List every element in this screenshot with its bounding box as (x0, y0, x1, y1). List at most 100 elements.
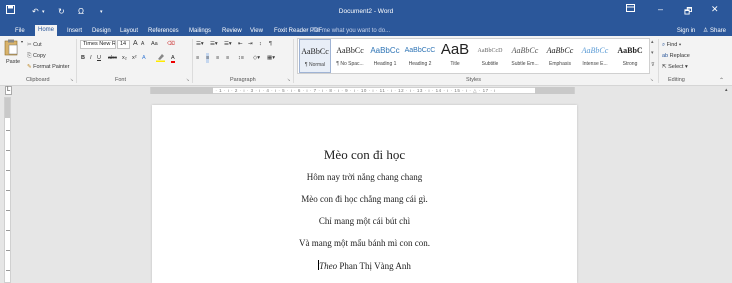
vertical-scrollbar[interactable]: ▴ (723, 86, 732, 283)
font-name-box[interactable]: Times New R (80, 40, 116, 49)
copy-button[interactable]: ⎘ Copy (27, 51, 46, 61)
font-color-icon[interactable]: A (171, 53, 175, 63)
search-icon: ⌕ (662, 42, 666, 48)
style-sample: AaBbCc (301, 47, 329, 56)
find-label: Find (666, 42, 678, 48)
tab-home[interactable]: Home (35, 25, 58, 36)
styles-launcher-icon[interactable]: ↘ (650, 77, 653, 82)
borders-icon[interactable]: ▦▾ (267, 53, 275, 63)
style-no-spacing[interactable]: AaBbCc ¶ No Spac... (334, 39, 366, 73)
title-bar: ↶ ▾ ↻ Ω ▾ Document2 - Word – 🗗 ✕ (0, 0, 732, 25)
style-sample: AaBbCc (511, 46, 539, 55)
bullets-icon[interactable]: ☰▾ (196, 39, 204, 49)
vruler-top-margin (5, 98, 10, 118)
vruler-tick (6, 210, 10, 211)
align-right-icon[interactable]: ≡ (216, 53, 219, 63)
style-sample: AaBbCcD (477, 48, 503, 54)
font-size-box[interactable]: 14 (117, 40, 130, 49)
sort-icon[interactable]: ↕ (259, 39, 262, 49)
style-intense-emphasis[interactable]: AaBbCc Intense E... (579, 39, 611, 73)
increase-indent-icon[interactable]: ⇥ (248, 39, 253, 49)
home-ribbon: Paste ▾ ✂ Cut ⎘ Copy ✎ Format Painter Cl… (0, 36, 732, 86)
poem-line-3: Chỉ mang một cái bút chì (318, 216, 411, 226)
restore-button[interactable]: 🗗 (684, 4, 692, 20)
underline-button[interactable]: U (97, 53, 101, 63)
line-spacing-icon[interactable]: ↕≡ (238, 53, 244, 63)
group-divider (192, 39, 193, 83)
copy-label: Copy (32, 53, 46, 59)
change-case-button[interactable]: Aa (151, 39, 158, 49)
shrink-font-button[interactable]: A (141, 39, 144, 49)
style-normal[interactable]: AaBbCc ¶ Normal (299, 39, 331, 73)
justify-icon[interactable]: ≡ (226, 53, 229, 63)
highlight-icon[interactable] (156, 53, 165, 63)
paste-button[interactable] (4, 39, 18, 58)
tab-file[interactable]: File (12, 26, 28, 36)
style-subtle-emphasis[interactable]: AaBbCc Subtle Em... (509, 39, 541, 73)
close-button[interactable]: ✕ (711, 4, 719, 15)
replace-button[interactable]: ab Replace (662, 51, 690, 61)
tab-layout[interactable]: Layout (117, 26, 141, 36)
grow-font-button[interactable]: A (133, 39, 138, 49)
find-button[interactable]: ⌕ Find ▾ (662, 40, 681, 50)
style-heading-2[interactable]: AaBbCcC Heading 2 (404, 39, 436, 73)
paste-label[interactable]: Paste (6, 59, 20, 65)
paragraph-launcher-icon[interactable]: ↘ (287, 77, 290, 82)
shading-icon[interactable]: ◇▾ (253, 53, 260, 63)
subscript-button[interactable]: x₂ (122, 53, 127, 63)
clear-formatting-icon[interactable]: ⌫ (167, 39, 175, 49)
style-subtitle[interactable]: AaBbCcD Subtitle (474, 39, 506, 73)
poem-line-1: Hôm nay trời nắng chang chang (306, 172, 423, 182)
tab-design[interactable]: Design (89, 26, 114, 36)
scroll-up-icon[interactable]: ▴ (725, 87, 728, 93)
styles-scroll-up-icon[interactable]: ▴ (651, 39, 654, 45)
paste-dropdown-icon[interactable]: ▾ (21, 39, 23, 44)
ruler-track[interactable]: · 1 · ı · 2 · ı · 1 · ı · ⊥ · ı · 1 · ı … (150, 87, 575, 94)
format-painter-button[interactable]: ✎ Format Painter (27, 62, 70, 72)
ruler-right-margin (535, 87, 574, 94)
clipboard-launcher-icon[interactable]: ↘ (70, 77, 73, 82)
strikethrough-button[interactable]: abc (108, 53, 117, 63)
tab-references[interactable]: References (145, 26, 182, 36)
share-button[interactable]: ♙ Share (703, 28, 726, 34)
sign-in-link[interactable]: Sign in (677, 28, 695, 34)
styles-group-label: Styles (466, 77, 481, 83)
vruler-tick (6, 230, 10, 231)
tab-mailings[interactable]: Mailings (186, 26, 214, 36)
style-emphasis[interactable]: AaBbCc Emphasis (544, 39, 576, 73)
tab-insert[interactable]: Insert (64, 26, 85, 36)
style-heading-1[interactable]: AaBbCc Heading 1 (369, 39, 401, 73)
style-strong[interactable]: AaBbC Strong (614, 39, 646, 73)
horizontal-ruler: L · 1 · ı · 2 · ı · 1 · ı · ⊥ · ı · 1 · … (0, 86, 732, 95)
collapse-ribbon-icon[interactable]: ⌃ (719, 77, 724, 84)
cut-button[interactable]: ✂ Cut (27, 40, 42, 50)
styles-scroll-down-icon[interactable]: ▾ (651, 50, 654, 56)
text-effects-icon[interactable]: A (142, 53, 146, 63)
style-sample: AaB (440, 41, 470, 58)
attribution-author: Phan Thị Vàng Anh (337, 261, 411, 271)
italic-button[interactable]: I (90, 53, 92, 63)
style-title[interactable]: AaB Title (439, 39, 471, 73)
vertical-ruler (4, 97, 11, 283)
tab-selector-icon[interactable]: L (5, 86, 13, 95)
superscript-button[interactable]: x² (132, 53, 137, 63)
styles-more-icon[interactable]: ⊽ (651, 62, 655, 68)
numbering-icon[interactable]: ☰▾ (210, 39, 218, 49)
decrease-indent-icon[interactable]: ⇤ (238, 39, 243, 49)
show-hide-button[interactable]: ¶ (269, 39, 272, 49)
minimize-button[interactable]: – (658, 4, 663, 14)
tab-view[interactable]: View (247, 26, 266, 36)
share-label: Share (709, 28, 726, 34)
document-page[interactable]: Mèo con đi học Hôm nay trời nắng chang c… (152, 105, 577, 283)
bold-button[interactable]: B (81, 53, 85, 63)
tab-review[interactable]: Review (219, 26, 245, 36)
group-divider (658, 39, 659, 83)
align-center-icon[interactable]: ≡ (206, 53, 210, 63)
ribbon-display-icon[interactable] (626, 4, 635, 14)
multilevel-list-icon[interactable]: ☰▾ (224, 39, 232, 49)
font-launcher-icon[interactable]: ↘ (186, 77, 189, 82)
align-left-icon[interactable]: ≡ (196, 53, 199, 63)
tell-me-search[interactable]: ♀ Tell me what you want to do... (305, 26, 390, 36)
vruler-tick (6, 150, 10, 151)
select-button[interactable]: ⇱ Select ▾ (662, 62, 688, 72)
